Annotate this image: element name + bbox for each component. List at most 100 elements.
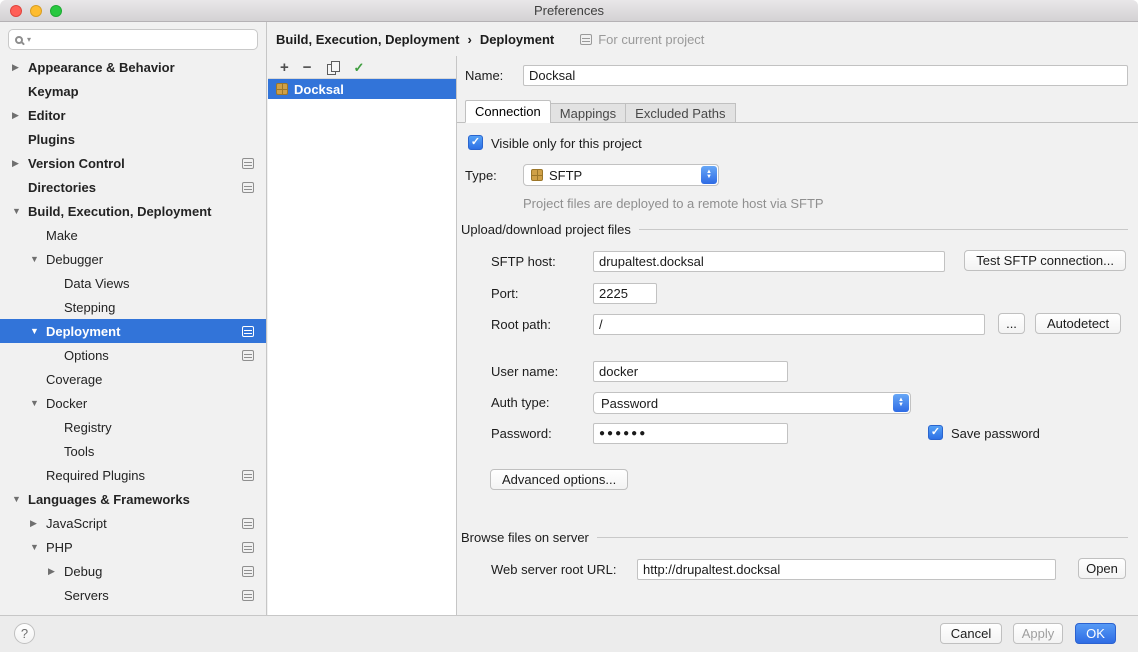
auth-type-select[interactable]: Password ▲ ▼ (593, 392, 911, 414)
browse-root-path-button[interactable]: ... (998, 313, 1025, 334)
sidebar-item-data-views[interactable]: Data Views (0, 271, 266, 295)
remove-server-icon[interactable]: − (303, 60, 312, 75)
sidebar-item-keymap[interactable]: Keymap (0, 79, 266, 103)
advanced-options-button[interactable]: Advanced options... (490, 469, 628, 490)
cancel-button[interactable]: Cancel (940, 623, 1002, 644)
port-input[interactable] (593, 283, 657, 304)
sidebar-item-label: Editor (28, 108, 66, 123)
zoom-window-button[interactable] (50, 5, 62, 17)
tab-connection[interactable]: Connection (465, 100, 551, 123)
search-icon (15, 36, 23, 44)
chevron-down-icon[interactable]: ▼ (12, 206, 28, 216)
sidebar-item-servers[interactable]: Servers (0, 583, 266, 607)
section-divider (639, 229, 1128, 230)
root-path-label: Root path: (491, 317, 551, 333)
per-project-settings-icon (242, 566, 254, 577)
chevron-down-icon[interactable]: ▼ (30, 542, 46, 552)
use-as-default-icon[interactable]: ✓ (354, 61, 365, 74)
per-project-settings-icon (242, 158, 254, 169)
chevron-down-icon[interactable]: ▼ (30, 254, 46, 264)
tab-mappings[interactable]: Mappings (550, 103, 626, 123)
sftp-host-input[interactable] (593, 251, 945, 272)
per-project-settings-icon (242, 542, 254, 553)
chevron-down-icon[interactable]: ▼ (12, 494, 28, 504)
sidebar-item-build-execution-deployment[interactable]: ▼Build, Execution, Deployment (0, 199, 266, 223)
open-button[interactable]: Open (1078, 558, 1126, 579)
apply-button[interactable]: Apply (1013, 623, 1063, 644)
titlebar[interactable]: Preferences (0, 0, 1138, 22)
sidebar-item-plugins[interactable]: Plugins (0, 127, 266, 151)
sidebar-item-stepping[interactable]: Stepping (0, 295, 266, 319)
sidebar-item-registry[interactable]: Registry (0, 415, 266, 439)
chevron-right-icon[interactable]: ▶ (30, 518, 46, 529)
sidebar-item-javascript[interactable]: ▶JavaScript (0, 511, 266, 535)
chevron-down-icon[interactable]: ▼ (30, 398, 46, 408)
web-root-input[interactable] (637, 559, 1056, 580)
sidebar-item-debug[interactable]: ▶Debug (0, 559, 266, 583)
per-project-settings-icon (242, 518, 254, 529)
server-items: Docksal (268, 79, 456, 99)
per-project-settings-icon (242, 470, 254, 481)
sidebar-item-label: Stepping (64, 300, 115, 315)
settings-tree: ▶Appearance & BehaviorKeymap▶EditorPlugi… (0, 55, 266, 607)
root-path-input[interactable] (593, 314, 985, 335)
ok-button[interactable]: OK (1075, 623, 1116, 644)
chevron-right-icon[interactable]: ▶ (48, 566, 64, 577)
autodetect-button[interactable]: Autodetect (1035, 313, 1121, 334)
visible-only-checkbox[interactable]: ✓ (468, 135, 483, 150)
sidebar-item-label: Docker (46, 396, 87, 411)
chevron-right-icon[interactable]: ▶ (12, 158, 28, 169)
sidebar-item-label: Options (64, 348, 109, 363)
type-selected-value: SFTP (549, 168, 582, 183)
breadcrumb-parent[interactable]: Build, Execution, Deployment (276, 32, 459, 47)
search-history-dropdown-icon[interactable]: ▾ (27, 35, 31, 44)
server-list-panel: + − ✓ Docksal (268, 56, 457, 615)
sidebar-item-label: Data Views (64, 276, 130, 291)
visible-only-label: Visible only for this project (491, 136, 642, 152)
sidebar-item-label: Deployment (46, 324, 120, 339)
tab-excluded-paths[interactable]: Excluded Paths (625, 103, 735, 123)
sidebar-item-label: Directories (28, 180, 96, 195)
copy-server-icon[interactable] (326, 60, 340, 75)
sidebar-item-deployment[interactable]: ▼Deployment (0, 319, 266, 343)
type-select[interactable]: SFTP ▲ ▼ (523, 164, 719, 186)
sidebar-item-required-plugins[interactable]: Required Plugins (0, 463, 266, 487)
user-name-input[interactable] (593, 361, 788, 382)
sidebar-item-directories[interactable]: Directories (0, 175, 266, 199)
server-item-label: Docksal (294, 82, 344, 97)
name-input[interactable] (523, 65, 1128, 86)
password-label: Password: (491, 426, 552, 442)
sidebar-item-make[interactable]: Make (0, 223, 266, 247)
sidebar-item-options[interactable]: Options (0, 343, 266, 367)
stepper-down-icon: ▼ (898, 403, 904, 408)
minimize-window-button[interactable] (30, 5, 42, 17)
sidebar-item-docker[interactable]: ▼Docker (0, 391, 266, 415)
test-connection-button[interactable]: Test SFTP connection... (964, 250, 1126, 271)
sidebar-item-coverage[interactable]: Coverage (0, 367, 266, 391)
sidebar-item-version-control[interactable]: ▶Version Control (0, 151, 266, 175)
save-password-checkbox[interactable]: ✓ (928, 425, 943, 440)
add-server-icon[interactable]: + (280, 60, 289, 75)
settings-search-input[interactable]: ▾ (8, 29, 258, 50)
sidebar-item-appearance-behavior[interactable]: ▶Appearance & Behavior (0, 55, 266, 79)
type-label: Type: (465, 168, 497, 184)
sidebar-item-tools[interactable]: Tools (0, 439, 266, 463)
sidebar-item-languages-frameworks[interactable]: ▼Languages & Frameworks (0, 487, 266, 511)
help-button[interactable]: ? (14, 623, 35, 644)
sidebar-item-label: Plugins (28, 132, 75, 147)
chevron-right-icon[interactable]: ▶ (12, 62, 28, 73)
password-input[interactable] (593, 423, 788, 444)
close-window-button[interactable] (10, 5, 22, 17)
section-divider (597, 537, 1128, 538)
sidebar-item-label: Tools (64, 444, 94, 459)
upload-section-header: Upload/download project files (461, 222, 1128, 237)
sidebar-item-editor[interactable]: ▶Editor (0, 103, 266, 127)
current-project-icon (580, 34, 592, 45)
server-list-item-docksal[interactable]: Docksal (268, 79, 456, 99)
sidebar-item-debugger[interactable]: ▼Debugger (0, 247, 266, 271)
chevron-right-icon[interactable]: ▶ (12, 110, 28, 121)
chevron-down-icon[interactable]: ▼ (30, 326, 46, 336)
select-stepper-icon: ▲ ▼ (893, 394, 909, 412)
sidebar-item-php[interactable]: ▼PHP (0, 535, 266, 559)
settings-header: Build, Execution, Deployment › Deploymen… (268, 22, 1138, 56)
